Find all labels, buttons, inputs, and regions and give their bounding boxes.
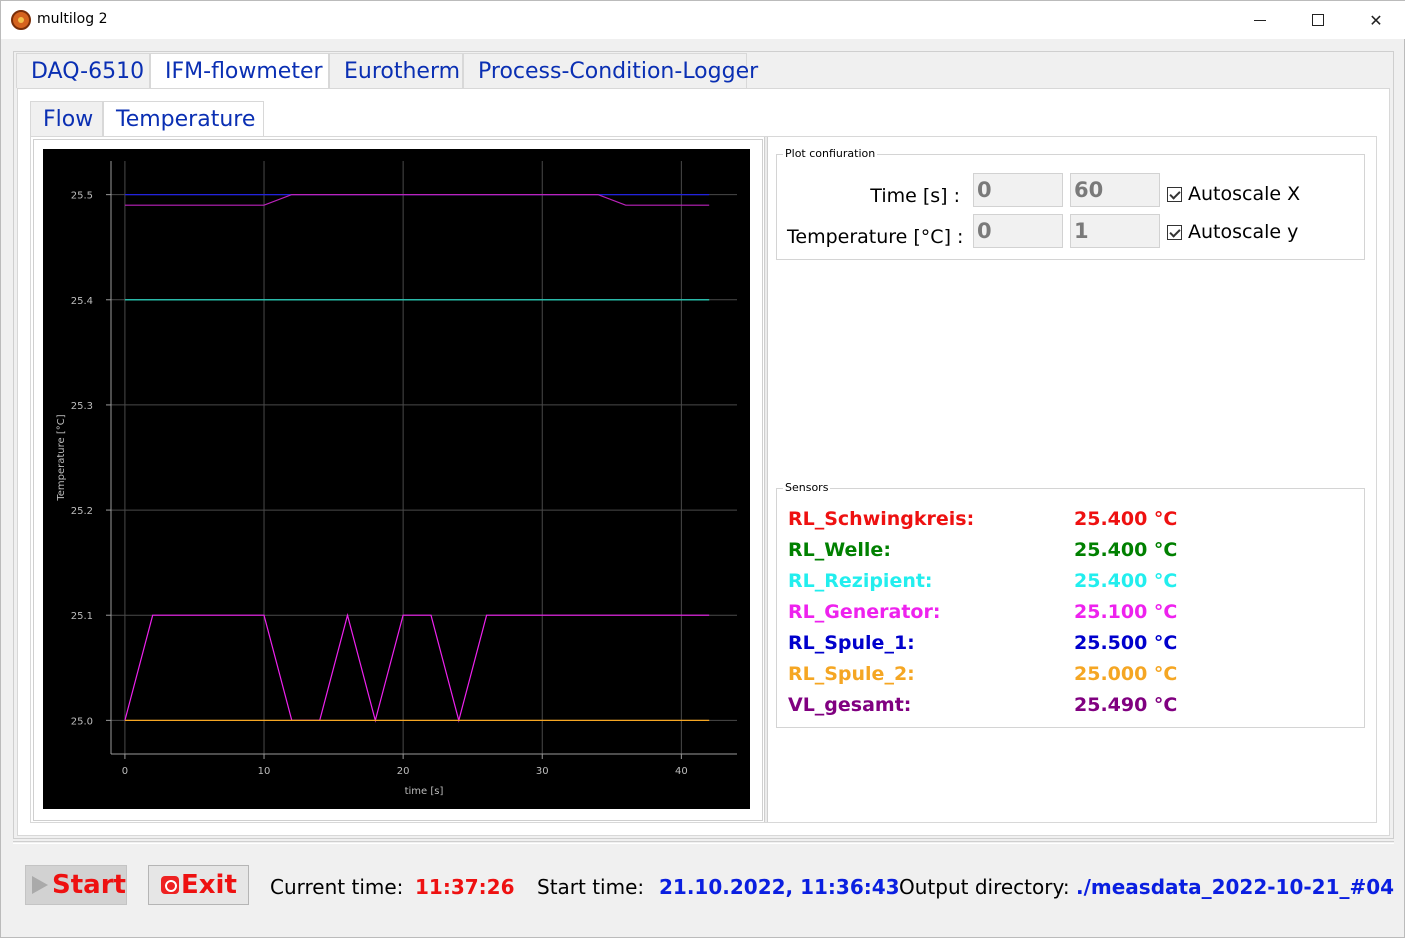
exit-button-label: Exit <box>181 870 237 900</box>
temperature-plot-svg: 0 10 20 30 40 25.0 25.1 25.2 25.3 25.4 25.5 time [s… <box>56 161 737 797</box>
series-line-3 <box>124 612 710 723</box>
autoscale-x-check-icon <box>1167 186 1182 202</box>
panel-splitter[interactable] <box>764 137 768 822</box>
title-bar: multilog 2 ✕ <box>1 1 1405 39</box>
current-time-label: Current time: <box>270 875 404 899</box>
sensor-value: 25.400 °C <box>1074 570 1178 592</box>
autoscale-x-checkbox[interactable]: Autoscale X <box>1167 183 1300 205</box>
output-directory-value: ./measdata_2022-10-21_#04 <box>1076 875 1395 899</box>
x-axis-title: time [s] <box>405 786 444 797</box>
y-tick-label: 25.0 <box>71 716 93 727</box>
autoscale-y-label: Autoscale y <box>1188 221 1299 243</box>
sensor-name: RL_Spule_2: <box>788 663 915 685</box>
sensors-group: Sensors RL_Schwingkreis: 25.400 °C RL_Well… <box>776 481 1365 728</box>
minimize-button[interactable] <box>1231 1 1289 39</box>
temperature-panel: 0 10 20 30 40 25.0 25.1 25.2 25.3 25.4 25.5 time [s… <box>30 136 1377 823</box>
start-button[interactable]: Start <box>25 865 127 905</box>
sensor-value: 25.100 °C <box>1074 601 1178 623</box>
sensor-value: 25.400 °C <box>1074 508 1178 530</box>
time-max-input[interactable] <box>1070 173 1160 207</box>
ifm-flowmeter-panel: Flow Temperature 0 10 20 30 40 25.0 25.1 25.2 25… <box>17 88 1390 836</box>
y-tick-label: 25.5 <box>71 191 93 202</box>
sensor-value: 25.000 °C <box>1074 663 1178 685</box>
play-icon <box>32 876 48 894</box>
temperature-max-input[interactable] <box>1070 214 1160 248</box>
sensor-name: RL_Schwingkreis: <box>788 508 975 530</box>
subtab-flow[interactable]: Flow <box>30 101 103 136</box>
app-window: multilog 2 ✕ DAQ-6510 IFM-flowmeter Euro… <box>0 0 1405 938</box>
exit-button[interactable]: Exit <box>148 865 249 905</box>
bottom-separator <box>13 841 1394 844</box>
time-min-input[interactable] <box>973 173 1063 207</box>
power-icon <box>161 876 179 894</box>
temperature-min-input[interactable] <box>973 214 1063 248</box>
series-line-6 <box>124 193 710 206</box>
subtab-temperature[interactable]: Temperature <box>103 101 264 137</box>
x-tick-label: 40 <box>675 766 688 777</box>
start-button-label: Start <box>52 870 126 900</box>
sensor-name: RL_Rezipient: <box>788 570 933 592</box>
current-time-value: 11:37:26 <box>415 875 515 899</box>
output-directory-label: Output directory: <box>899 875 1070 899</box>
autoscale-y-check-icon <box>1167 224 1182 240</box>
time-range-label: Time [s] : <box>870 185 960 207</box>
sensor-value: 25.400 °C <box>1074 539 1178 561</box>
x-tick-label: 10 <box>258 766 271 777</box>
y-tick-label: 25.2 <box>71 506 93 517</box>
tab-ifm-flowmeter[interactable]: IFM-flowmeter <box>150 53 329 89</box>
sensor-name: VL_gesamt: <box>788 694 912 716</box>
tab-process-condition-logger[interactable]: Process-Condition-Logger <box>463 53 758 88</box>
sensor-name: RL_Generator: <box>788 601 941 623</box>
start-time-label: Start time: <box>537 875 645 899</box>
sensors-title: Sensors <box>783 481 831 494</box>
tab-daq-6510[interactable]: DAQ-6510 <box>16 53 150 88</box>
y-tick-label: 25.1 <box>71 611 93 622</box>
plot-config-group: Plot confiuration Time [s] : Autoscale X… <box>776 147 1365 260</box>
plot-frame: 0 10 20 30 40 25.0 25.1 25.2 25.3 25.4 25.5 time [s… <box>33 139 763 821</box>
x-tick-label: 20 <box>397 766 410 777</box>
close-icon: ✕ <box>1369 10 1383 30</box>
autoscale-x-label: Autoscale X <box>1188 183 1301 205</box>
sensor-name: RL_Spule_1: <box>788 632 915 654</box>
temperature-plot[interactable]: 0 10 20 30 40 25.0 25.1 25.2 25.3 25.4 25.5 time [s… <box>43 149 750 809</box>
x-tick-label: 30 <box>536 766 549 777</box>
close-button[interactable]: ✕ <box>1347 1 1405 39</box>
plot-config-title: Plot confiuration <box>783 147 878 160</box>
autoscale-y-checkbox[interactable]: Autoscale y <box>1167 221 1298 243</box>
window-title: multilog 2 <box>37 11 108 27</box>
y-axis-title: Temperature [°C] <box>56 414 67 501</box>
sensor-value: 25.490 °C <box>1074 694 1178 716</box>
sensor-name: RL_Welle: <box>788 539 891 561</box>
x-tick-label: 0 <box>122 766 128 777</box>
y-tick-label: 25.3 <box>71 401 93 412</box>
maximize-icon <box>1312 14 1324 26</box>
temperature-range-label: Temperature [°C] : <box>787 226 964 248</box>
device-tab-widget: DAQ-6510 IFM-flowmeter Eurotherm Process… <box>13 51 1394 839</box>
tab-eurotherm[interactable]: Eurotherm <box>329 53 463 88</box>
maximize-button[interactable] <box>1289 1 1347 39</box>
minimize-icon <box>1254 19 1266 21</box>
start-time-value: 21.10.2022, 11:36:43 <box>659 875 900 899</box>
sensor-value: 25.500 °C <box>1074 632 1178 654</box>
app-logo-icon <box>11 10 31 30</box>
y-tick-label: 25.4 <box>71 296 93 307</box>
